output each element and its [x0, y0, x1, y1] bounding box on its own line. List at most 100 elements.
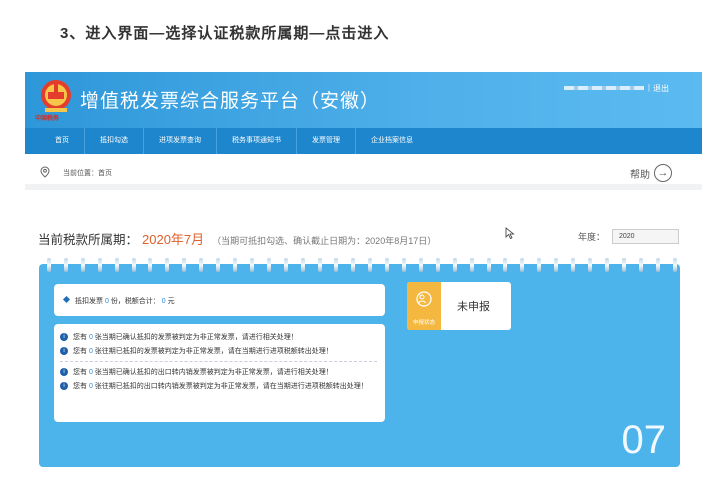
- info-icon: i: [60, 382, 68, 390]
- summary-prefix: 抵扣发票: [75, 298, 103, 305]
- notice-prefix: 您有: [73, 334, 87, 341]
- tax-period-label: 当前税款所属期：: [38, 233, 139, 247]
- binding-ring: [452, 258, 457, 272]
- binding-ring: [469, 258, 474, 272]
- summary-tax-amount: 0: [161, 298, 166, 305]
- logo-caption: 中国税务: [35, 116, 60, 122]
- binding-ring: [554, 258, 559, 272]
- binding-ring: [334, 258, 339, 272]
- binding-ring: [351, 258, 356, 272]
- status-icon-block: 申报状态: [407, 282, 441, 330]
- notice-text: 张当期已确认抵扣的发票被判定为非正常发票，请进行相关处理！: [94, 334, 298, 341]
- diamond-bullet-icon: [62, 295, 71, 304]
- help-link[interactable]: 帮助 →: [630, 164, 672, 182]
- binding-ring: [182, 258, 187, 272]
- notice-count: 0: [88, 383, 93, 390]
- header-banner: 中国税务 增值税发票综合服务平台（安徽） | 退出: [25, 72, 702, 128]
- nav-invoice-management[interactable]: 发票管理: [297, 128, 356, 154]
- binding-ring: [368, 258, 373, 272]
- summary-suffix: 元: [167, 298, 175, 305]
- binding-ring: [283, 258, 288, 272]
- nav-tax-notices[interactable]: 税务事项通知书: [217, 128, 297, 154]
- notice-item[interactable]: i 您有 0 张当期已确认抵扣的出口转内销发票被判定为非正常发票，请进行相关处理…: [60, 361, 377, 377]
- notice-prefix: 您有: [73, 348, 87, 355]
- binding-ring: [300, 258, 305, 272]
- notice-count: 0: [88, 369, 93, 376]
- binding-ring: [232, 258, 237, 272]
- binding-ring: [97, 258, 102, 272]
- user-name-redacted: [564, 86, 644, 90]
- binding-ring: [537, 258, 542, 272]
- nav-deduction-select[interactable]: 抵扣勾选: [85, 128, 144, 154]
- binding-ring: [385, 258, 390, 272]
- help-label: 帮助: [630, 169, 650, 181]
- summary-invoice-count: 0: [104, 298, 109, 305]
- tax-period-calendar[interactable]: 抵扣发票 0 份，税额合计： 0 元 申报状态 未申报 i 您有 0 张当期已确…: [39, 258, 680, 467]
- breadcrumb-bar: 当前位置：首页 帮助 →: [25, 154, 702, 190]
- notice-text: 张往期已抵扣的出口转内销发票被判定为非正常发票，请在当期进行进项税额转出处理！: [94, 383, 368, 390]
- notice-text: 张往期已抵扣的发票被判定为非正常发票，请在当期进行进项税额转出处理！: [94, 348, 333, 355]
- binding-ring: [199, 258, 204, 272]
- binding-ring: [80, 258, 85, 272]
- binding-ring: [571, 258, 576, 272]
- arrow-right-icon: →: [654, 164, 672, 182]
- binding-ring: [672, 258, 677, 272]
- binding-ring: [131, 258, 136, 272]
- binding-ring: [520, 258, 525, 272]
- logout-link[interactable]: 退出: [653, 83, 669, 94]
- notice-prefix: 您有: [73, 369, 87, 376]
- breadcrumb: 当前位置：首页: [63, 170, 112, 177]
- header-separator: |: [647, 83, 650, 92]
- binding-ring: [418, 258, 423, 272]
- binding-ring: [317, 258, 322, 272]
- binding-ring: [588, 258, 592, 272]
- info-icon: i: [60, 368, 68, 376]
- binding-ring: [638, 258, 643, 272]
- nav-home[interactable]: 首页: [40, 128, 85, 154]
- binding-ring: [486, 258, 491, 272]
- calendar-binding-rings: [47, 258, 677, 274]
- binding-ring: [402, 258, 407, 272]
- binding-ring: [165, 258, 170, 272]
- tax-period-note: （当期可抵扣勾选、确认截止日期为：2020年8月17日）: [212, 236, 437, 246]
- deduction-summary-card: 抵扣发票 0 份，税额合计： 0 元: [54, 284, 385, 316]
- binding-ring: [604, 258, 609, 272]
- user-status-icon: [416, 291, 432, 307]
- binding-ring: [249, 258, 254, 272]
- nav-input-invoice-query[interactable]: 进项发票查询: [144, 128, 217, 154]
- notice-item[interactable]: i 您有 0 张往期已抵扣的发票被判定为非正常发票，请在当期进行进项税额转出处理…: [60, 347, 377, 356]
- info-icon: i: [60, 347, 68, 355]
- binding-ring: [503, 258, 508, 272]
- nav-company-profile[interactable]: 企业档案信息: [356, 128, 428, 154]
- binding-ring: [621, 258, 626, 272]
- binding-ring: [114, 258, 119, 272]
- binding-ring: [216, 258, 221, 272]
- declaration-status: 未申报: [457, 301, 490, 313]
- status-icon-label: 申报状态: [412, 320, 435, 326]
- notices-card: i 您有 0 张当期已确认抵扣的发票被判定为非正常发票，请进行相关处理！ i 您…: [54, 324, 385, 422]
- declaration-status-card[interactable]: 申报状态 未申报: [407, 282, 511, 330]
- app-title: 增值税发票综合服务平台（安徽）: [80, 91, 381, 112]
- notice-count: 0: [88, 348, 93, 355]
- binding-ring: [47, 258, 51, 272]
- year-label: 年度：: [578, 232, 606, 242]
- notice-item[interactable]: i 您有 0 张当期已确认抵扣的发票被判定为非正常发票，请进行相关处理！: [60, 333, 377, 342]
- notice-count: 0: [88, 334, 93, 341]
- summary-mid: 份，税额合计：: [110, 298, 160, 305]
- tax-period-value[interactable]: 2020年7月: [142, 229, 204, 248]
- binding-ring: [148, 258, 153, 272]
- notice-prefix: 您有: [73, 383, 87, 390]
- year-select[interactable]: 2020: [612, 229, 679, 244]
- info-icon: i: [60, 333, 68, 341]
- tax-period-row: 当前税款所属期： 2020年7月 （当期可抵扣勾选、确认截止日期为：2020年8…: [38, 229, 436, 248]
- page-heading: 3、进入界面—选择认证税款所属期—点击进入: [60, 25, 390, 42]
- screenshot-frame: 中国税务 增值税发票综合服务平台（安徽） | 退出 首页 抵扣勾选 进项发票查询…: [25, 72, 702, 492]
- month-number: 07: [621, 418, 667, 462]
- mouse-cursor-icon: [505, 227, 515, 239]
- notice-item[interactable]: i 您有 0 张往期已抵扣的出口转内销发票被判定为非正常发票，请在当期进行进项税…: [60, 382, 377, 391]
- binding-ring: [655, 258, 660, 272]
- binding-ring: [266, 258, 271, 272]
- binding-ring: [63, 258, 68, 272]
- binding-ring: [435, 258, 440, 272]
- main-nav: 首页 抵扣勾选 进项发票查询 税务事项通知书 发票管理 企业档案信息: [25, 128, 702, 154]
